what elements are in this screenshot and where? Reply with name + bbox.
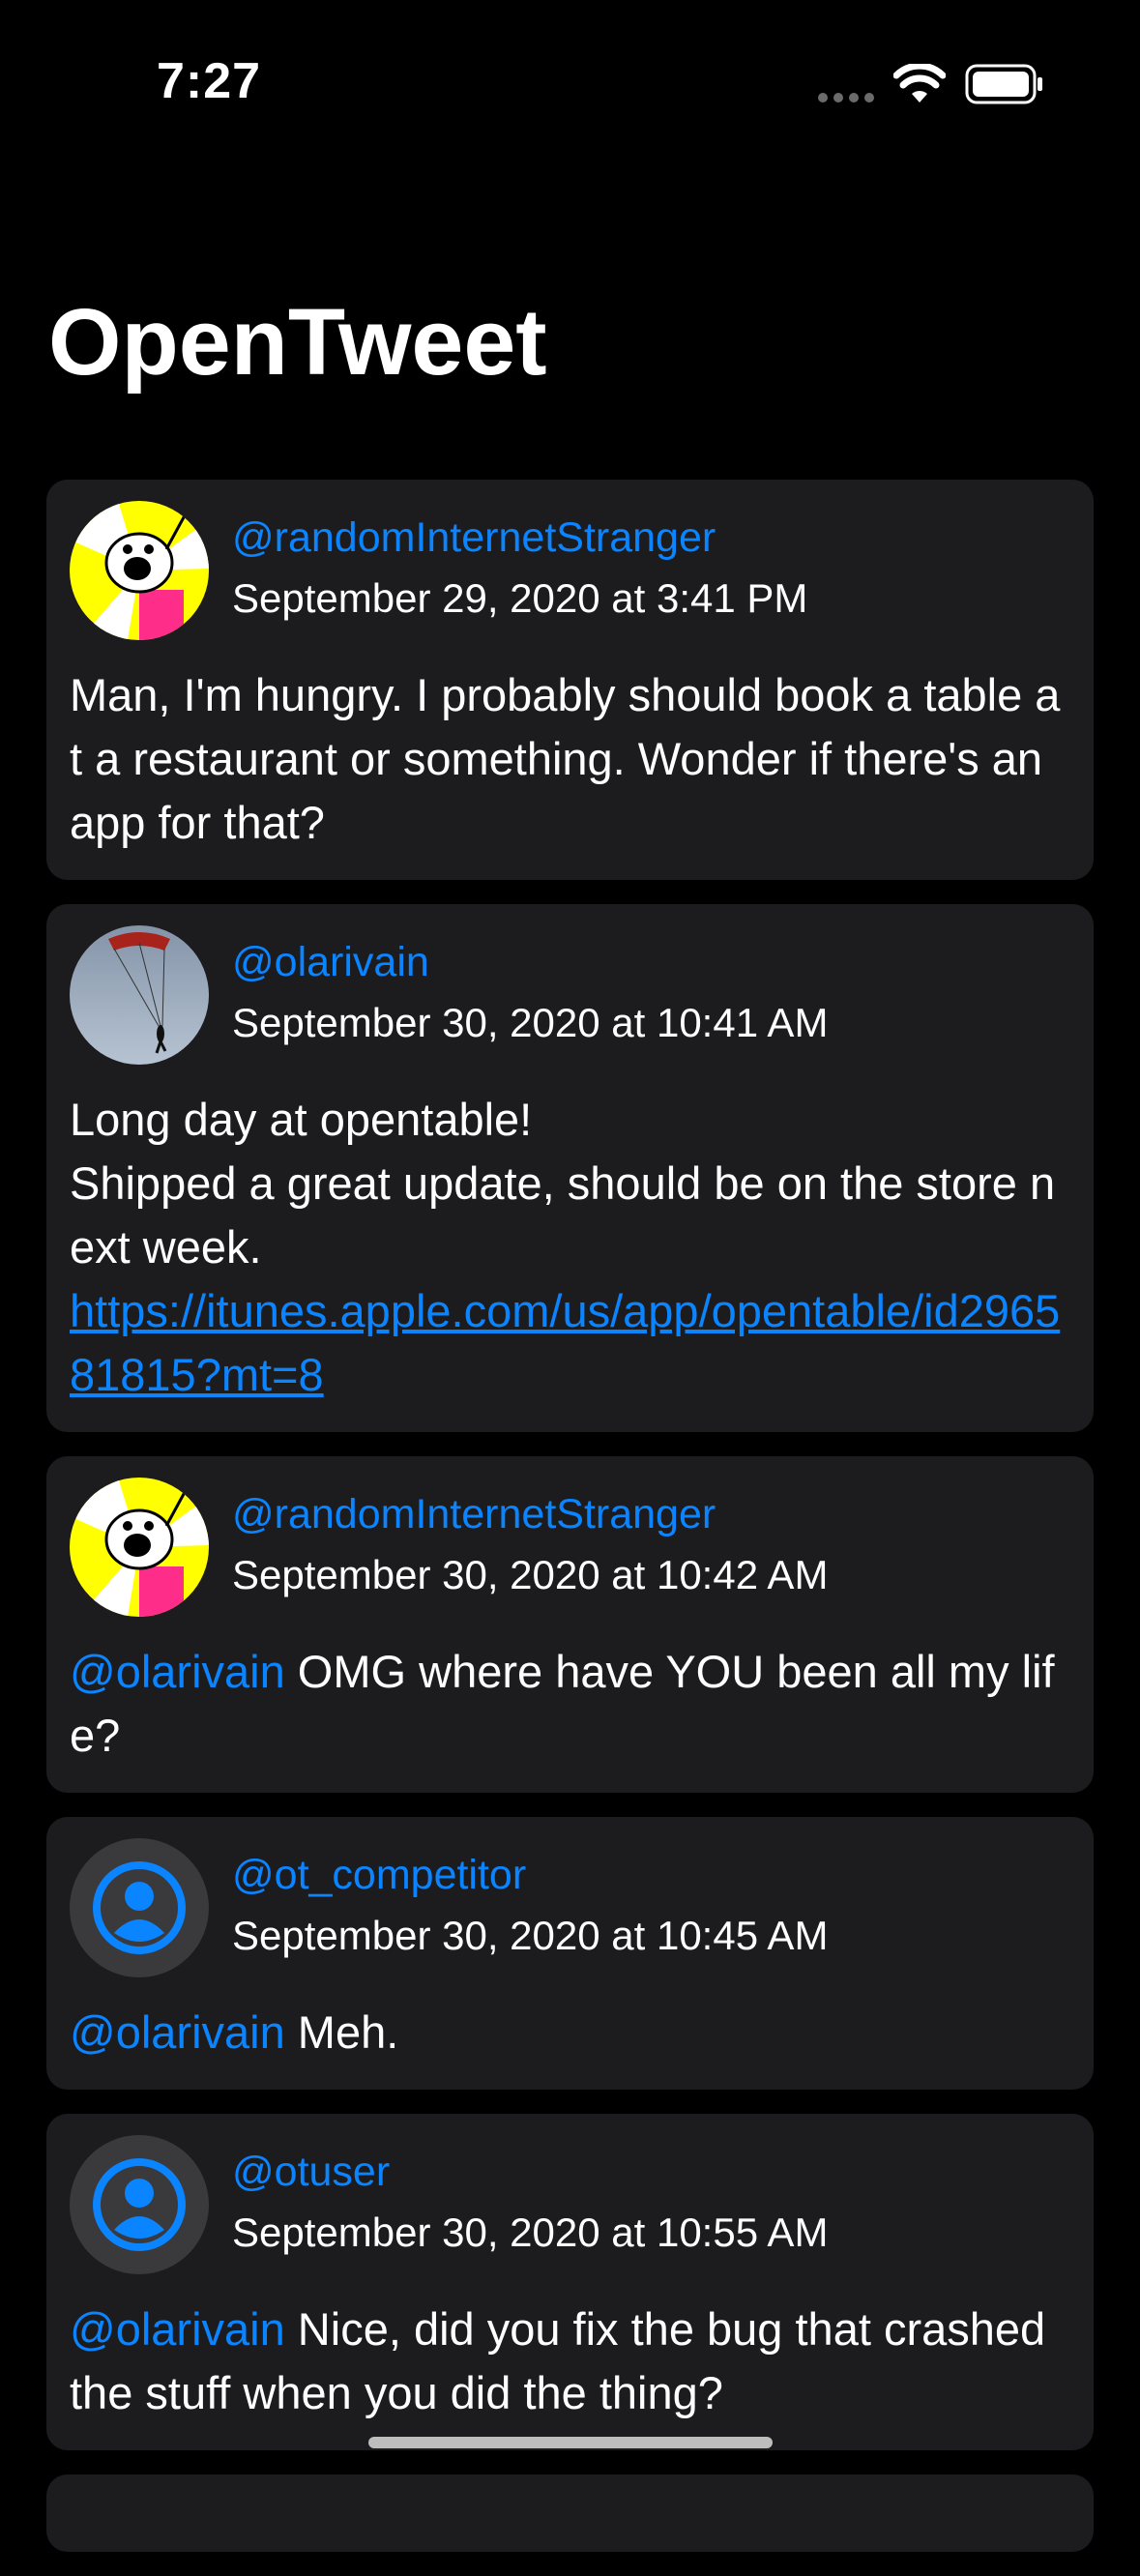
person-circle-icon[interactable]	[70, 2135, 209, 2274]
tweet-card[interactable]: @olarivain September 30, 2020 at 10:41 A…	[46, 904, 1094, 1432]
tweet-mention[interactable]: @olarivain	[70, 2303, 285, 2355]
tweet-timestamp: September 30, 2020 at 10:45 AM	[232, 1913, 829, 1958]
tweet-handle[interactable]: @randomInternetStranger	[232, 517, 807, 559]
tweet-text: Long day at opentable! Shipped a great u…	[70, 1088, 1070, 1407]
tweet-timestamp: September 30, 2020 at 10:41 AM	[232, 1000, 829, 1045]
tweet-card[interactable]: @ot_competitor September 30, 2020 at 10:…	[46, 1817, 1094, 2090]
wifi-icon	[893, 64, 946, 102]
home-indicator[interactable]	[368, 2437, 773, 2448]
tweet-mention[interactable]: @olarivain	[70, 1646, 285, 1697]
tweet-list[interactable]: @randomInternetStranger September 29, 20…	[46, 480, 1094, 2576]
tweet-text: Man, I'm hungry. I probably should book …	[70, 663, 1070, 855]
tweet-text: @olarivain Meh.	[70, 2001, 1070, 2064]
tweet-timestamp: September 29, 2020 at 3:41 PM	[232, 575, 808, 621]
tweet-card[interactable]: @randomInternetStranger September 30, 20…	[46, 1456, 1094, 1793]
person-circle-icon[interactable]	[70, 1838, 209, 1977]
cartoon-avatar-icon[interactable]	[70, 1478, 209, 1617]
tweet-handle[interactable]: @otuser	[232, 2152, 828, 2193]
tweet-timestamp: September 30, 2020 at 10:42 AM	[232, 1552, 829, 1597]
tweet-card[interactable]: @randomInternetStranger September 29, 20…	[46, 480, 1094, 880]
paraglider-photo[interactable]	[70, 925, 209, 1065]
page-title: OpenTweet	[48, 289, 547, 395]
tweet-body: Man, I'm hungry. I probably should book …	[70, 669, 1061, 848]
tweet-handle[interactable]: @ot_competitor	[232, 1855, 828, 1896]
tweet-link[interactable]: https://itunes.apple.com/us/app/opentabl…	[70, 1285, 1060, 1400]
tweet-handle[interactable]: @randomInternetStranger	[232, 1494, 828, 1536]
status-time: 7:27	[157, 53, 262, 109]
tweet-mention[interactable]: @olarivain	[70, 2006, 285, 2058]
status-bar: 7:27	[0, 0, 1140, 164]
tweet-card[interactable]: @otuser September 30, 2020 at 10:55 AM @…	[46, 2114, 1094, 2450]
tweet-handle[interactable]: @olarivain	[232, 942, 828, 983]
battery-icon	[965, 64, 1042, 104]
cellular-signal-icon	[818, 93, 876, 102]
tweet-text: @olarivain Nice, did you fix the bug tha…	[70, 2298, 1070, 2425]
tweet-text: @olarivain OMG where have YOU been all m…	[70, 1640, 1070, 1768]
tweet-body: Meh.	[284, 2006, 399, 2058]
tweet-timestamp: September 30, 2020 at 10:55 AM	[232, 2210, 829, 2255]
tweet-body: Long day at opentable! Shipped a great u…	[70, 1094, 1056, 1273]
cartoon-avatar-icon[interactable]	[70, 501, 209, 640]
tweet-card[interactable]	[46, 2474, 1094, 2552]
